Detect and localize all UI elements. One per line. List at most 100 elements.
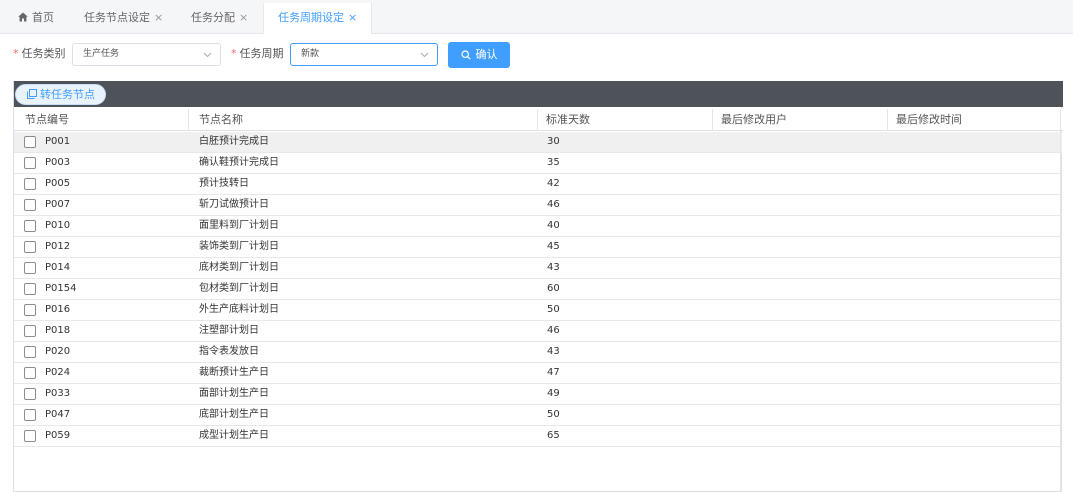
table-row[interactable]: P010 面里料到厂计划日 40 bbox=[14, 216, 1062, 237]
confirm-label: 确认 bbox=[475, 48, 498, 61]
cell-code: P024 bbox=[45, 367, 71, 378]
table-row[interactable]: P059 成型计划生产日 65 bbox=[14, 426, 1062, 447]
close-icon[interactable]: × bbox=[348, 11, 357, 24]
cell-days: 49 bbox=[547, 388, 560, 399]
cycle-value: 新款 bbox=[301, 49, 320, 59]
cell-days: 42 bbox=[547, 178, 560, 189]
col-header-name[interactable]: 节点名称 bbox=[189, 109, 538, 131]
tab-label: 任务分配 bbox=[191, 11, 235, 24]
row-checkbox[interactable] bbox=[24, 241, 36, 253]
cell-name: 确认鞋预计完成日 bbox=[199, 157, 279, 168]
tab-label: 首页 bbox=[32, 11, 54, 24]
cell-code: P047 bbox=[45, 409, 71, 420]
row-checkbox[interactable] bbox=[24, 262, 36, 274]
cell-days: 46 bbox=[547, 325, 560, 336]
chevron-down-icon bbox=[420, 52, 429, 58]
cell-name: 外生产底料计划日 bbox=[199, 304, 279, 315]
close-icon[interactable]: × bbox=[239, 11, 248, 24]
row-checkbox[interactable] bbox=[24, 388, 36, 400]
table-row[interactable]: P003 确认鞋预计完成日 35 bbox=[14, 153, 1062, 174]
cell-days: 60 bbox=[547, 283, 560, 294]
cell-name: 注塑部计划日 bbox=[199, 325, 259, 336]
col-header-last-user[interactable]: 最后修改用户 bbox=[713, 109, 888, 131]
cell-days: 43 bbox=[547, 346, 560, 357]
cell-name: 底部计划生产日 bbox=[199, 409, 269, 420]
cell-name: 白胚预计完成日 bbox=[199, 136, 269, 147]
row-checkbox[interactable] bbox=[24, 325, 36, 337]
table-row[interactable]: P024 裁断预计生产日 47 bbox=[14, 363, 1062, 384]
table-row[interactable]: P047 底部计划生产日 50 bbox=[14, 405, 1062, 426]
col-header-last-time[interactable]: 最后修改时间 bbox=[888, 109, 1063, 131]
table-row[interactable]: P0154 包材类到厂计划日 60 bbox=[14, 279, 1062, 300]
convert-label: 转任务节点 bbox=[40, 88, 95, 101]
cell-name: 面里料到厂计划日 bbox=[199, 220, 279, 231]
table-header: 节点编号 节点名称 标准天数 最后修改用户 最后修改时间 bbox=[14, 109, 1063, 131]
table-row[interactable]: P001 白胚预计完成日 30 bbox=[14, 132, 1062, 153]
cell-days: 30 bbox=[547, 136, 560, 147]
cell-days: 50 bbox=[547, 304, 560, 315]
cell-code: P010 bbox=[45, 220, 71, 231]
tab-bar: 首页 任务节点设定 × 任务分配 × 任务周期设定 × bbox=[0, 0, 1073, 34]
cell-days: 47 bbox=[547, 367, 560, 378]
cell-days: 35 bbox=[547, 157, 560, 168]
table-row[interactable]: P012 装饰类到厂计划日 45 bbox=[14, 237, 1062, 258]
tab-task-node-settings[interactable]: 任务节点设定 × bbox=[84, 3, 163, 34]
cell-days: 65 bbox=[547, 430, 560, 441]
cell-days: 46 bbox=[547, 199, 560, 210]
tab-home[interactable]: 首页 bbox=[18, 3, 54, 34]
table-row[interactable]: P033 面部计划生产日 49 bbox=[14, 384, 1062, 405]
cell-days: 45 bbox=[547, 241, 560, 252]
convert-to-task-node-button[interactable]: 转任务节点 bbox=[15, 84, 106, 105]
cell-code: P007 bbox=[45, 199, 71, 210]
category-select[interactable]: 生产任务 bbox=[72, 43, 221, 66]
cell-code: P014 bbox=[45, 262, 71, 273]
row-checkbox[interactable] bbox=[24, 199, 36, 211]
required-mark: * bbox=[13, 47, 19, 60]
table-row[interactable]: P016 外生产底料计划日 50 bbox=[14, 300, 1062, 321]
chevron-down-icon bbox=[203, 52, 212, 58]
row-checkbox[interactable] bbox=[24, 157, 36, 169]
cell-code: P0154 bbox=[45, 283, 77, 294]
row-checkbox[interactable] bbox=[24, 283, 36, 295]
category-label: * 任务类别 bbox=[13, 47, 66, 60]
cell-code: P016 bbox=[45, 304, 71, 315]
row-checkbox[interactable] bbox=[24, 178, 36, 190]
cell-code: P018 bbox=[45, 325, 71, 336]
cell-code: P033 bbox=[45, 388, 71, 399]
cell-name: 包材类到厂计划日 bbox=[199, 283, 279, 294]
cycle-label: * 任务周期 bbox=[231, 47, 284, 60]
row-checkbox[interactable] bbox=[24, 220, 36, 232]
close-icon[interactable]: × bbox=[154, 11, 163, 24]
cell-code: P012 bbox=[45, 241, 71, 252]
home-icon bbox=[18, 12, 28, 22]
cell-name: 面部计划生产日 bbox=[199, 388, 269, 399]
category-value: 生产任务 bbox=[83, 49, 120, 59]
cell-code: P020 bbox=[45, 346, 71, 357]
col-header-code[interactable]: 节点编号 bbox=[14, 109, 189, 131]
cycle-select[interactable]: 新款 bbox=[290, 43, 438, 66]
row-checkbox[interactable] bbox=[24, 367, 36, 379]
tab-label: 任务节点设定 bbox=[84, 11, 150, 24]
tab-task-assignment[interactable]: 任务分配 × bbox=[191, 3, 248, 34]
table-row[interactable]: P005 预计技转日 42 bbox=[14, 174, 1062, 195]
cell-name: 斩刀试做预计日 bbox=[199, 199, 269, 210]
cell-code: P059 bbox=[45, 430, 71, 441]
confirm-button[interactable]: 确认 bbox=[448, 42, 510, 68]
row-checkbox[interactable] bbox=[24, 430, 36, 442]
cell-code: P003 bbox=[45, 157, 71, 168]
cell-code: P005 bbox=[45, 178, 71, 189]
row-checkbox[interactable] bbox=[24, 346, 36, 358]
row-checkbox[interactable] bbox=[24, 409, 36, 421]
cell-code: P001 bbox=[45, 136, 71, 147]
cell-days: 43 bbox=[547, 262, 560, 273]
row-checkbox[interactable] bbox=[24, 136, 36, 148]
cell-name: 裁断预计生产日 bbox=[199, 367, 269, 378]
tab-task-cycle-settings[interactable]: 任务周期设定 × bbox=[263, 3, 373, 34]
table-row[interactable]: P020 指令表发放日 43 bbox=[14, 342, 1062, 363]
table-row[interactable]: P007 斩刀试做预计日 46 bbox=[14, 195, 1062, 216]
table-row[interactable]: P014 底材类到厂计划日 43 bbox=[14, 258, 1062, 279]
col-header-days[interactable]: 标准天数 bbox=[538, 109, 713, 131]
row-checkbox[interactable] bbox=[24, 304, 36, 316]
grid-toolbar: 转任务节点 bbox=[14, 81, 1063, 107]
table-row[interactable]: P018 注塑部计划日 46 bbox=[14, 321, 1062, 342]
